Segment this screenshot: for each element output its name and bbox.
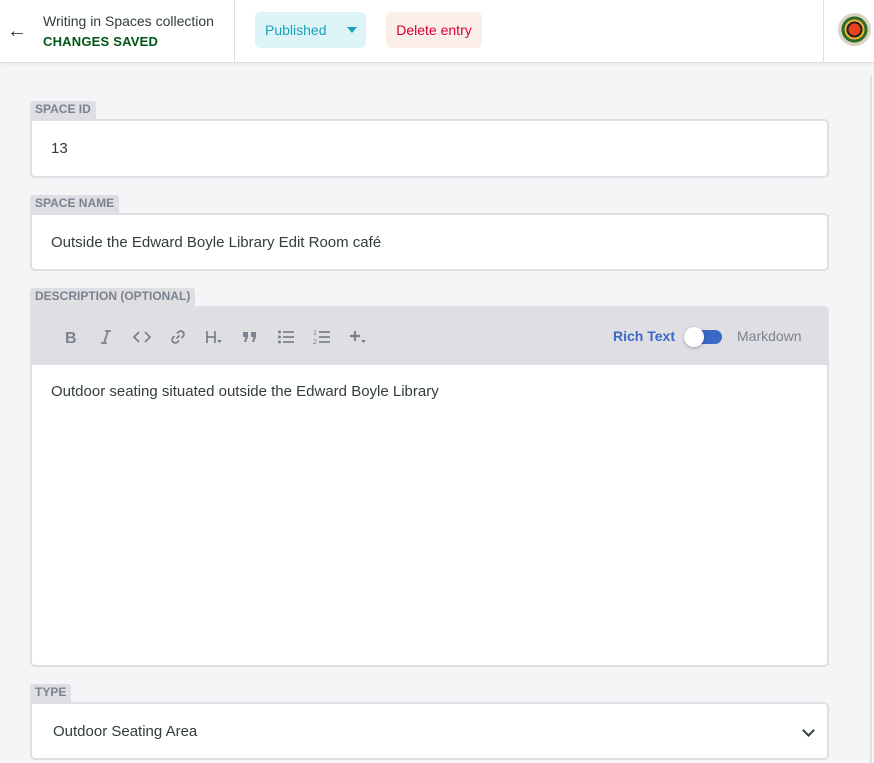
publish-status-label: Published (265, 22, 327, 38)
type-control: TYPE Outdoor Seating Area (30, 683, 829, 760)
caret-down-icon (347, 27, 357, 33)
save-status: CHANGES SAVED (43, 34, 159, 49)
editor-mode-toggle[interactable] (684, 326, 722, 347)
collection-title-block: Writing in Spaces collection CHANGES SAV… (34, 0, 235, 62)
description-text-area[interactable]: Outdoor seating situated outside the Edw… (32, 365, 827, 665)
italic-icon[interactable] (88, 322, 124, 352)
space-id-label: SPACE ID (30, 101, 96, 119)
publish-status-dropdown[interactable]: Published (255, 12, 366, 48)
divider (823, 0, 824, 63)
svg-text:1: 1 (313, 330, 317, 337)
space-id-input[interactable]: 13 (30, 119, 829, 178)
scrollbar[interactable] (870, 76, 872, 763)
heading-icon[interactable] (196, 322, 232, 352)
entry-editor: SPACE ID 13 SPACE NAME Outside the Edwar… (30, 63, 829, 760)
chevron-down-icon (802, 724, 815, 737)
description-control: DESCRIPTION (OPTIONAL) B 1 2 Rich Text M… (30, 287, 829, 667)
top-bar: ← Writing in Spaces collection CHANGES S… (0, 0, 874, 63)
svg-text:2: 2 (313, 339, 317, 346)
svg-text:B: B (65, 330, 77, 346)
avatar[interactable] (838, 13, 871, 46)
type-label: TYPE (30, 684, 72, 702)
collection-title: Writing in Spaces collection (43, 13, 214, 29)
rich-text-mode-label[interactable]: Rich Text (613, 328, 675, 344)
bulleted-list-icon[interactable] (268, 322, 304, 352)
add-component-icon[interactable] (340, 322, 376, 352)
editor-toolbar: B 1 2 Rich Text Markdown (32, 308, 827, 365)
markdown-mode-label[interactable]: Markdown (737, 328, 802, 344)
back-arrow-icon[interactable]: ← (0, 0, 34, 62)
space-id-control: SPACE ID 13 (30, 100, 829, 178)
link-icon[interactable] (160, 322, 196, 352)
space-name-label: SPACE NAME (30, 195, 120, 213)
description-editor: B 1 2 Rich Text Markdown Outdoor seating… (30, 306, 829, 667)
toggle-knob (684, 327, 704, 347)
type-select[interactable]: Outdoor Seating Area (30, 702, 829, 760)
code-icon[interactable] (124, 322, 160, 352)
description-label: DESCRIPTION (OPTIONAL) (30, 288, 196, 306)
numbered-list-icon[interactable]: 12 (304, 322, 340, 352)
quote-icon[interactable] (232, 322, 268, 352)
type-select-value: Outdoor Seating Area (53, 722, 198, 740)
space-name-control: SPACE NAME Outside the Edward Boyle Libr… (30, 194, 829, 271)
delete-entry-button[interactable]: Delete entry (386, 12, 482, 48)
space-name-input[interactable]: Outside the Edward Boyle Library Edit Ro… (30, 213, 829, 271)
bold-icon[interactable]: B (52, 322, 88, 352)
